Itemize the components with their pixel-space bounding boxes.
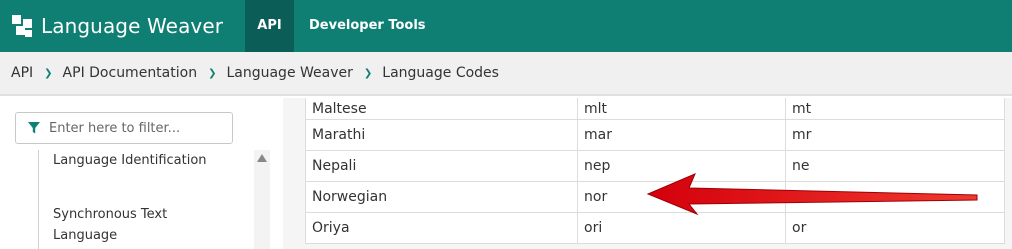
top-navigation-bar: Language Weaver API Developer Tools [0, 0, 1012, 52]
red-arrow-icon [646, 173, 978, 216]
sidebar-item-language-identification[interactable]: Language Identification [53, 150, 233, 171]
filter-input[interactable] [49, 120, 219, 136]
language-name-cell: Nepali [306, 151, 578, 181]
filter-funnel-icon [19, 113, 49, 143]
sidebar-scrollbar[interactable] [254, 150, 270, 249]
nav-tab-developer-tools[interactable]: Developer Tools [309, 0, 426, 52]
breadcrumb: API ❯ API Documentation ❯ Language Weave… [0, 52, 1012, 96]
iso-639-1-cell: or [792, 220, 807, 236]
breadcrumb-item-api-documentation[interactable]: API Documentation [63, 65, 198, 81]
iso-639-1-cell: mr [792, 127, 812, 143]
sidebar-item-synchronous-text-language[interactable]: Synchronous Text Language [53, 204, 233, 246]
iso-639-3-cell: mar [578, 120, 786, 150]
tree-guide-line [38, 150, 39, 249]
chevron-right-icon: ❯ [208, 67, 217, 79]
filter-box[interactable] [15, 112, 233, 144]
breadcrumb-item-language-codes: Language Codes [382, 65, 499, 81]
chevron-right-icon: ❯ [363, 67, 373, 79]
breadcrumb-item-language-weaver[interactable]: Language Weaver [226, 65, 352, 81]
iso-639-1-cell: mt [792, 100, 812, 117]
language-weaver-logo-icon [12, 15, 32, 37]
sidebar: Language Identification Synchronous Text… [0, 98, 283, 249]
brand-name: Language Weaver [41, 14, 224, 38]
chevron-right-icon: ❯ [44, 67, 53, 79]
scroll-up-arrow-icon[interactable] [257, 154, 267, 162]
iso-639-3-cell: ori [578, 213, 786, 243]
brand-logo[interactable]: Language Weaver [12, 14, 223, 38]
breadcrumb-item-api[interactable]: API [11, 65, 33, 81]
table-row: Oriya ori or [306, 213, 1004, 244]
iso-639-3-cell: mlt [578, 98, 786, 119]
language-name-cell: Maltese [306, 98, 578, 119]
nav-tab-api[interactable]: API [245, 0, 294, 52]
language-name-cell: Marathi [306, 120, 578, 150]
table-row: Marathi mar mr [306, 120, 1004, 151]
language-name-cell: Oriya [306, 213, 578, 243]
language-name-cell: Norwegian [306, 182, 578, 212]
table-row: Maltese mlt mt [306, 98, 1004, 120]
